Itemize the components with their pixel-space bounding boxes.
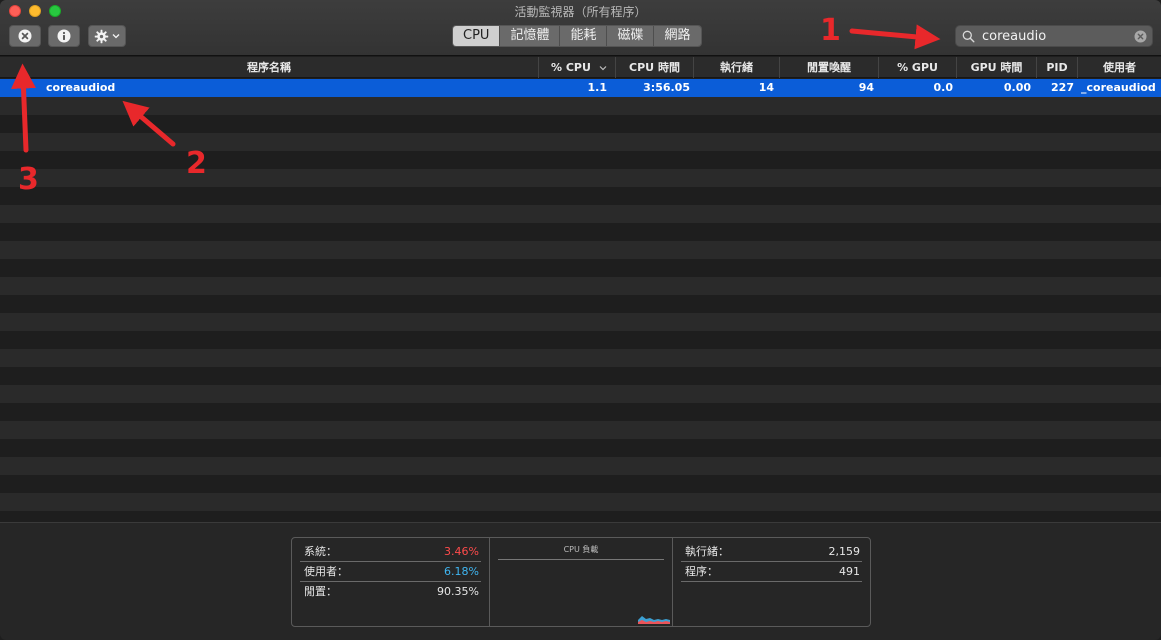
empty-table-row [0,331,1161,349]
cpu-percent-summary: 系統： 3.46% 使用者： 6.18% 閒置： 90.35% [292,538,489,626]
tab-energy[interactable]: 能耗 [560,26,608,46]
empty-table-row [0,151,1161,169]
column-idle-wake[interactable]: 閒置喚醒 [779,57,878,78]
info-icon [57,29,71,43]
cpu-percent-cell: 1.1 [587,81,608,94]
cpu-time-cell: 3:56.05 [643,81,690,94]
tab-memory[interactable]: 記憶體 [500,26,561,46]
action-menu-button[interactable] [88,25,126,47]
column-cpu-percent[interactable]: % CPU [538,57,615,78]
column-threads[interactable]: 執行緒 [693,57,779,78]
empty-table-row [0,367,1161,385]
empty-table-row [0,97,1161,115]
table-row[interactable]: coreaudiod 1.1 3:56.05 14 94 0.0 0.00 22… [0,79,1161,97]
user-cell: _coreaudiod [1081,81,1156,94]
pid-cell: 227 [1051,81,1074,94]
search-field[interactable]: coreaudio [955,25,1153,47]
gear-icon [94,29,109,43]
idle-stat: 閒置： 90.35% [304,585,479,598]
gpu-time-cell: 0.00 [1003,81,1031,94]
threads-stat: 執行緒： 2,159 [681,542,862,562]
chevron-down-icon [112,34,120,39]
empty-table-row [0,403,1161,421]
column-user[interactable]: 使用者 [1077,57,1161,78]
processes-stat: 程序： 491 [681,562,862,582]
empty-table-row [0,187,1161,205]
stop-process-button[interactable] [9,25,41,47]
system-stat: 系統： 3.46% [300,542,481,562]
empty-table-row [0,313,1161,331]
tab-disk[interactable]: 磁碟 [607,26,655,46]
title-bar: 活動監視器（所有程序） CPU 記憶體 能耗 磁碟 網路 coreaudio [0,0,1161,56]
cpu-load-title: CPU 負載 [498,544,664,560]
user-stat: 使用者： 6.18% [300,562,481,582]
search-input[interactable]: coreaudio [982,29,1046,44]
chevron-down-icon [599,66,607,71]
tab-cpu[interactable]: CPU [453,26,501,46]
empty-table-row [0,295,1161,313]
tab-network[interactable]: 網路 [654,26,701,46]
empty-table-row [0,241,1161,259]
gpu-percent-cell: 0.0 [933,81,954,94]
window-title: 活動監視器（所有程序） [514,5,647,19]
stats-area: 系統： 3.46% 使用者： 6.18% 閒置： 90.35% CPU 負載 執… [0,522,1161,640]
table-header: 程序名稱 % CPU CPU 時間 執行緒 閒置喚醒 % GPU GPU 時間 … [0,57,1161,78]
stop-x-icon [18,29,32,43]
empty-table-row [0,223,1161,241]
process-name-cell: coreaudiod [46,81,116,94]
column-process-name[interactable]: 程序名稱 [0,57,538,78]
cpu-load-graph: CPU 負載 [489,538,673,626]
view-tabs: CPU 記憶體 能耗 磁碟 網路 [452,25,702,47]
empty-table-row [0,475,1161,493]
search-icon [962,30,975,43]
empty-table-row [0,349,1161,367]
empty-table-row [0,133,1161,151]
empty-table-row [0,169,1161,187]
process-table: coreaudiod 1.1 3:56.05 14 94 0.0 0.00 22… [0,79,1161,522]
threads-cell: 14 [758,81,774,94]
cpu-stats-panel: 系統： 3.46% 使用者： 6.18% 閒置： 90.35% CPU 負載 執… [291,537,871,627]
empty-table-row [0,493,1161,511]
empty-table-row [0,457,1161,475]
empty-table-row [0,205,1161,223]
column-gpu-time[interactable]: GPU 時間 [956,57,1036,78]
column-pid[interactable]: PID [1036,57,1077,78]
empty-table-row [0,277,1161,295]
empty-table-row [0,385,1161,403]
idle-wake-cell: 94 [858,81,874,94]
column-cpu-time[interactable]: CPU 時間 [615,57,693,78]
cpu-load-sparkline [638,616,670,624]
empty-table-row [0,115,1161,133]
column-gpu-percent[interactable]: % GPU [878,57,956,78]
thread-process-summary: 執行緒： 2,159 程序： 491 [673,538,870,626]
empty-table-row [0,259,1161,277]
empty-table-row [0,511,1161,522]
clear-icon[interactable] [1134,30,1147,43]
empty-table-row [0,439,1161,457]
activity-monitor-window: 活動監視器（所有程序） CPU 記憶體 能耗 磁碟 網路 coreaudio 程… [0,0,1161,640]
empty-table-row [0,421,1161,439]
inspect-process-button[interactable] [48,25,80,47]
